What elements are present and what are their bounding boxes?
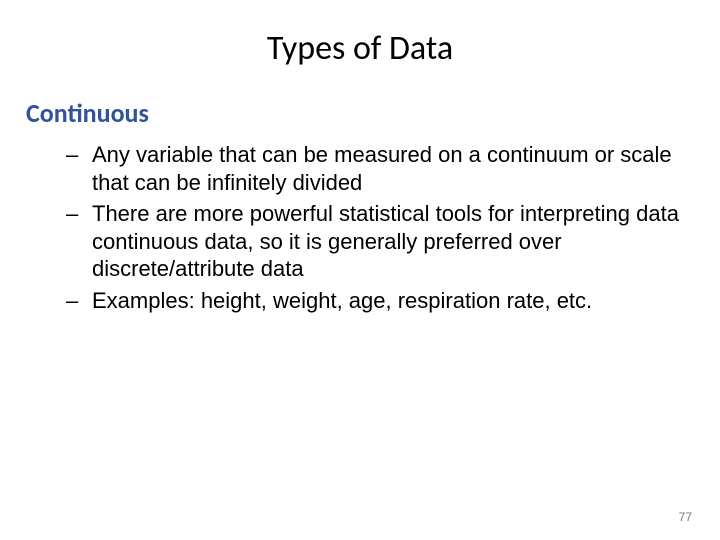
slide-title: Types of Data xyxy=(30,28,690,69)
section-heading: Continuous xyxy=(26,97,690,129)
list-item: There are more powerful statistical tool… xyxy=(92,200,690,283)
slide: Types of Data Continuous Any variable th… xyxy=(0,0,720,540)
list-item: Examples: height, weight, age, respirati… xyxy=(92,287,690,315)
list-item: Any variable that can be measured on a c… xyxy=(92,141,690,196)
bullet-list: Any variable that can be measured on a c… xyxy=(30,141,690,314)
page-number: 77 xyxy=(679,510,692,524)
